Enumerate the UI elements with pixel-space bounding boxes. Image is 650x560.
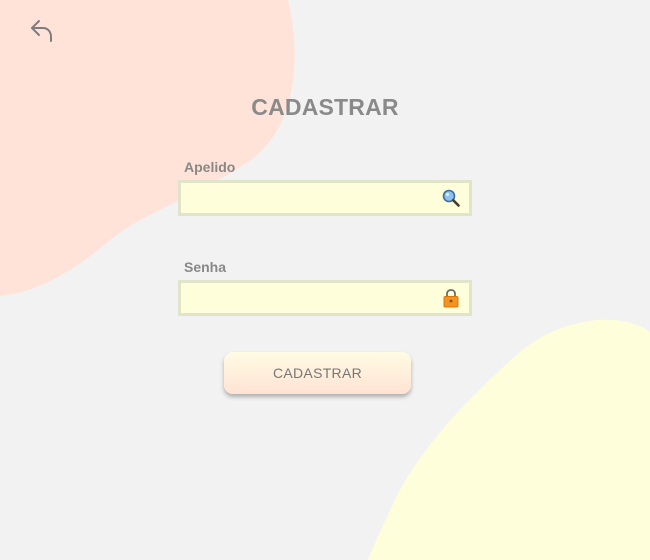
nickname-input[interactable]	[181, 183, 447, 213]
nickname-field[interactable]	[178, 180, 472, 216]
submit-button[interactable]: CADASTRAR	[224, 352, 411, 394]
password-field[interactable]	[178, 280, 472, 316]
cream-blob	[368, 319, 650, 560]
padlock-icon	[443, 289, 459, 308]
password-label: Senha	[184, 259, 227, 275]
page-title: CADASTRAR	[251, 94, 399, 120]
nickname-label: Apelido	[184, 159, 236, 175]
password-input[interactable]	[181, 283, 447, 313]
back-arrow-icon	[31, 20, 52, 42]
magnifier-icon	[442, 189, 460, 207]
back-button[interactable]	[26, 14, 58, 46]
